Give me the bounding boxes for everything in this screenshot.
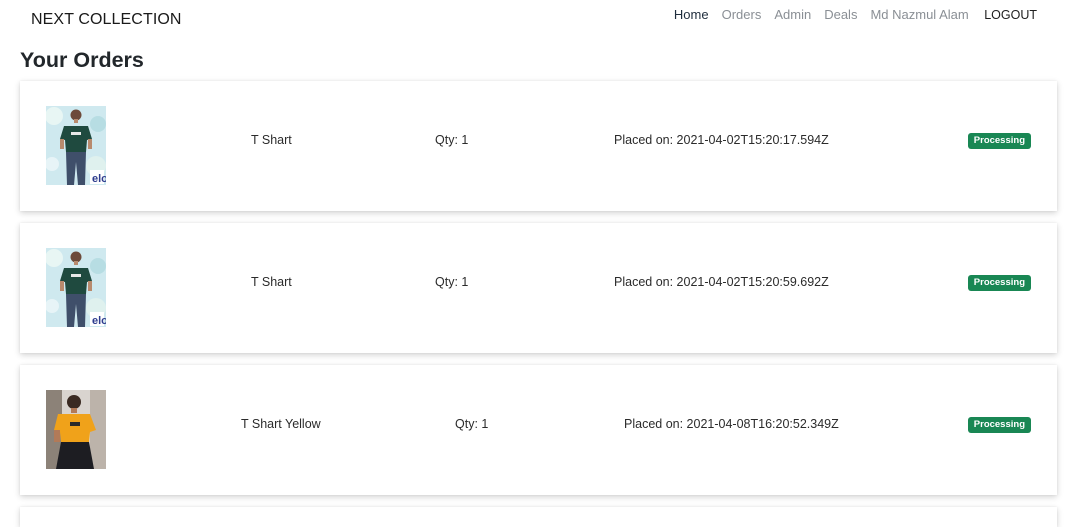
product-name: T Shart xyxy=(251,133,292,147)
nav-link-orders[interactable]: Orders xyxy=(715,7,768,22)
product-name: T Shart Yellow xyxy=(241,417,321,431)
logout-button[interactable]: LOGOUT xyxy=(980,8,1037,22)
order-quantity: Qty: 1 xyxy=(435,275,469,289)
order-card: elo T Shart Qty: 1 Placed on: 2021-04-02… xyxy=(20,223,1057,353)
green-tshirt-product-image: elo xyxy=(46,248,106,327)
order-quantity: Qty: 1 xyxy=(455,417,489,431)
green-tshirt-product-image: elo xyxy=(46,106,106,185)
nav-link-user[interactable]: Md Nazmul Alam xyxy=(864,7,975,22)
nav-link-home[interactable]: Home xyxy=(667,7,715,22)
status-badge: Processing xyxy=(967,417,1031,433)
svg-text:elo: elo xyxy=(92,173,106,185)
brand-logo[interactable]: NEXT COLLECTION xyxy=(31,11,182,29)
order-quantity: Qty: 1 xyxy=(435,133,469,147)
status-badge: Processing xyxy=(967,275,1031,291)
order-card: T Shart Yellow Qty: 1 Placed on: 2021-04… xyxy=(20,365,1057,495)
order-date: Placed on: 2021-04-08T16:20:52.349Z xyxy=(624,417,839,431)
status-badge: Processing xyxy=(967,133,1031,149)
yellow-tshirt-product-image xyxy=(46,390,106,469)
page-title: Your Orders xyxy=(20,48,144,72)
navbar: NEXT COLLECTION Home Orders Admin Deals … xyxy=(0,0,1082,42)
orders-list: elo T Shart Qty: 1 Placed on: 2021-04-02… xyxy=(20,81,1057,527)
nav-link-deals[interactable]: Deals xyxy=(818,7,864,22)
order-card-partial xyxy=(20,507,1057,527)
order-date: Placed on: 2021-04-02T15:20:59.692Z xyxy=(614,275,829,289)
order-date: Placed on: 2021-04-02T15:20:17.594Z xyxy=(614,133,829,147)
nav-links: Home Orders Admin Deals Md Nazmul Alam L… xyxy=(667,7,1037,22)
svg-text:elo: elo xyxy=(92,315,106,327)
product-name: T Shart xyxy=(251,275,292,289)
order-card: elo T Shart Qty: 1 Placed on: 2021-04-02… xyxy=(20,81,1057,211)
nav-link-admin[interactable]: Admin xyxy=(768,7,818,22)
